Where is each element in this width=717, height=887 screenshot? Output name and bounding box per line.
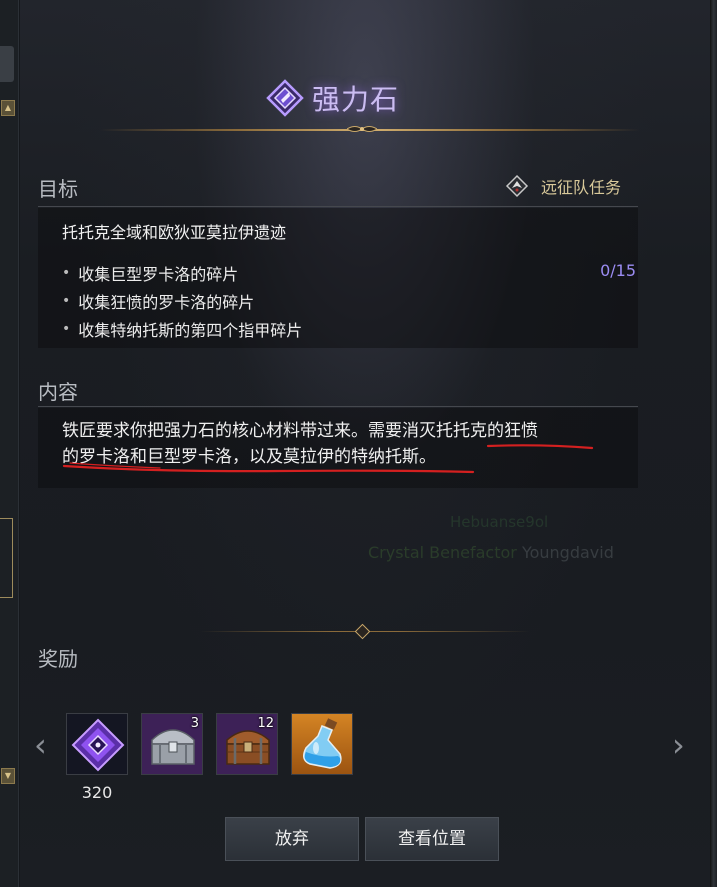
chevron-left-icon[interactable]: ‹: [34, 729, 47, 761]
bullet-icon: •: [62, 293, 71, 309]
quest-type: 远征队任务: [505, 174, 621, 198]
objective-item: • 收集特纳托斯的第四个指甲碎片: [62, 317, 302, 341]
panel-edge: [710, 0, 717, 887]
chevron-right-icon[interactable]: ›: [672, 729, 685, 761]
objective-text: 收集巨型罗卡洛的碎片: [78, 265, 239, 284]
objective-progress: 0/15: [600, 261, 636, 280]
expedition-icon: [505, 174, 529, 198]
scrollbar-thumb[interactable]: [0, 518, 13, 598]
watermark-name: Youngdavid: [521, 543, 614, 562]
power-stone-icon: [67, 714, 127, 774]
header-ornament-icon: [347, 126, 377, 132]
item-count: 12: [257, 716, 274, 731]
reward-slot[interactable]: [66, 713, 128, 775]
bullet-icon: •: [62, 265, 71, 281]
watermark-title: Crystal Benefactor: [368, 543, 517, 562]
scroll-down-icon[interactable]: ▼: [1, 768, 15, 784]
view-location-button[interactable]: 查看位置: [365, 817, 499, 861]
page-title: 强力石: [312, 83, 400, 116]
reward-quantity: 320: [81, 783, 113, 802]
quest-title-bar: 强力石: [266, 78, 399, 118]
objective-text: 收集狂愤的罗卡洛的碎片: [78, 293, 255, 312]
bullet-icon: •: [62, 321, 71, 337]
rewards-heading: 奖励: [38, 647, 78, 671]
potion-bottle-icon: [292, 714, 352, 774]
objective-item: • 收集狂愤的罗卡洛的碎片: [62, 289, 254, 313]
watermark-line: Hebuanse9ol: [450, 513, 549, 531]
abandon-button[interactable]: 放弃: [225, 817, 359, 861]
reward-slot[interactable]: 12: [216, 713, 278, 775]
target-heading: 目标: [38, 177, 78, 201]
objective-item: • 收集巨型罗卡洛的碎片: [62, 261, 238, 285]
content-divider: [38, 406, 638, 407]
target-divider: [38, 206, 638, 207]
left-scroll-panel: ▲ ▼: [0, 0, 19, 887]
scroll-up-icon[interactable]: ▲: [1, 100, 15, 116]
objective-text: 收集特纳托斯的第四个指甲碎片: [78, 321, 303, 340]
watermark-line: Crystal Benefactor Youngdavid: [368, 543, 614, 562]
description-line: 的罗卡洛和巨型罗卡洛，以及莫拉伊的特纳托斯。: [62, 447, 436, 467]
content-heading: 内容: [38, 380, 78, 404]
reward-slot[interactable]: [291, 713, 353, 775]
item-count: 3: [190, 716, 199, 731]
quest-gem-icon: [266, 79, 304, 117]
quest-type-label: 远征队任务: [541, 178, 622, 197]
reward-slot[interactable]: 3: [141, 713, 203, 775]
quest-region: 托托克全域和欧狄亚莫拉伊遗迹: [62, 223, 287, 242]
quest-description: 铁匠要求你把强力石的核心材料带过来。需要消灭托托克的狂愤 的罗卡洛和巨型罗卡洛，…: [62, 418, 622, 470]
description-line: 铁匠要求你把强力石的核心材料带过来。需要消灭托托克的狂愤: [62, 421, 538, 441]
left-panel-tab[interactable]: [0, 46, 14, 82]
